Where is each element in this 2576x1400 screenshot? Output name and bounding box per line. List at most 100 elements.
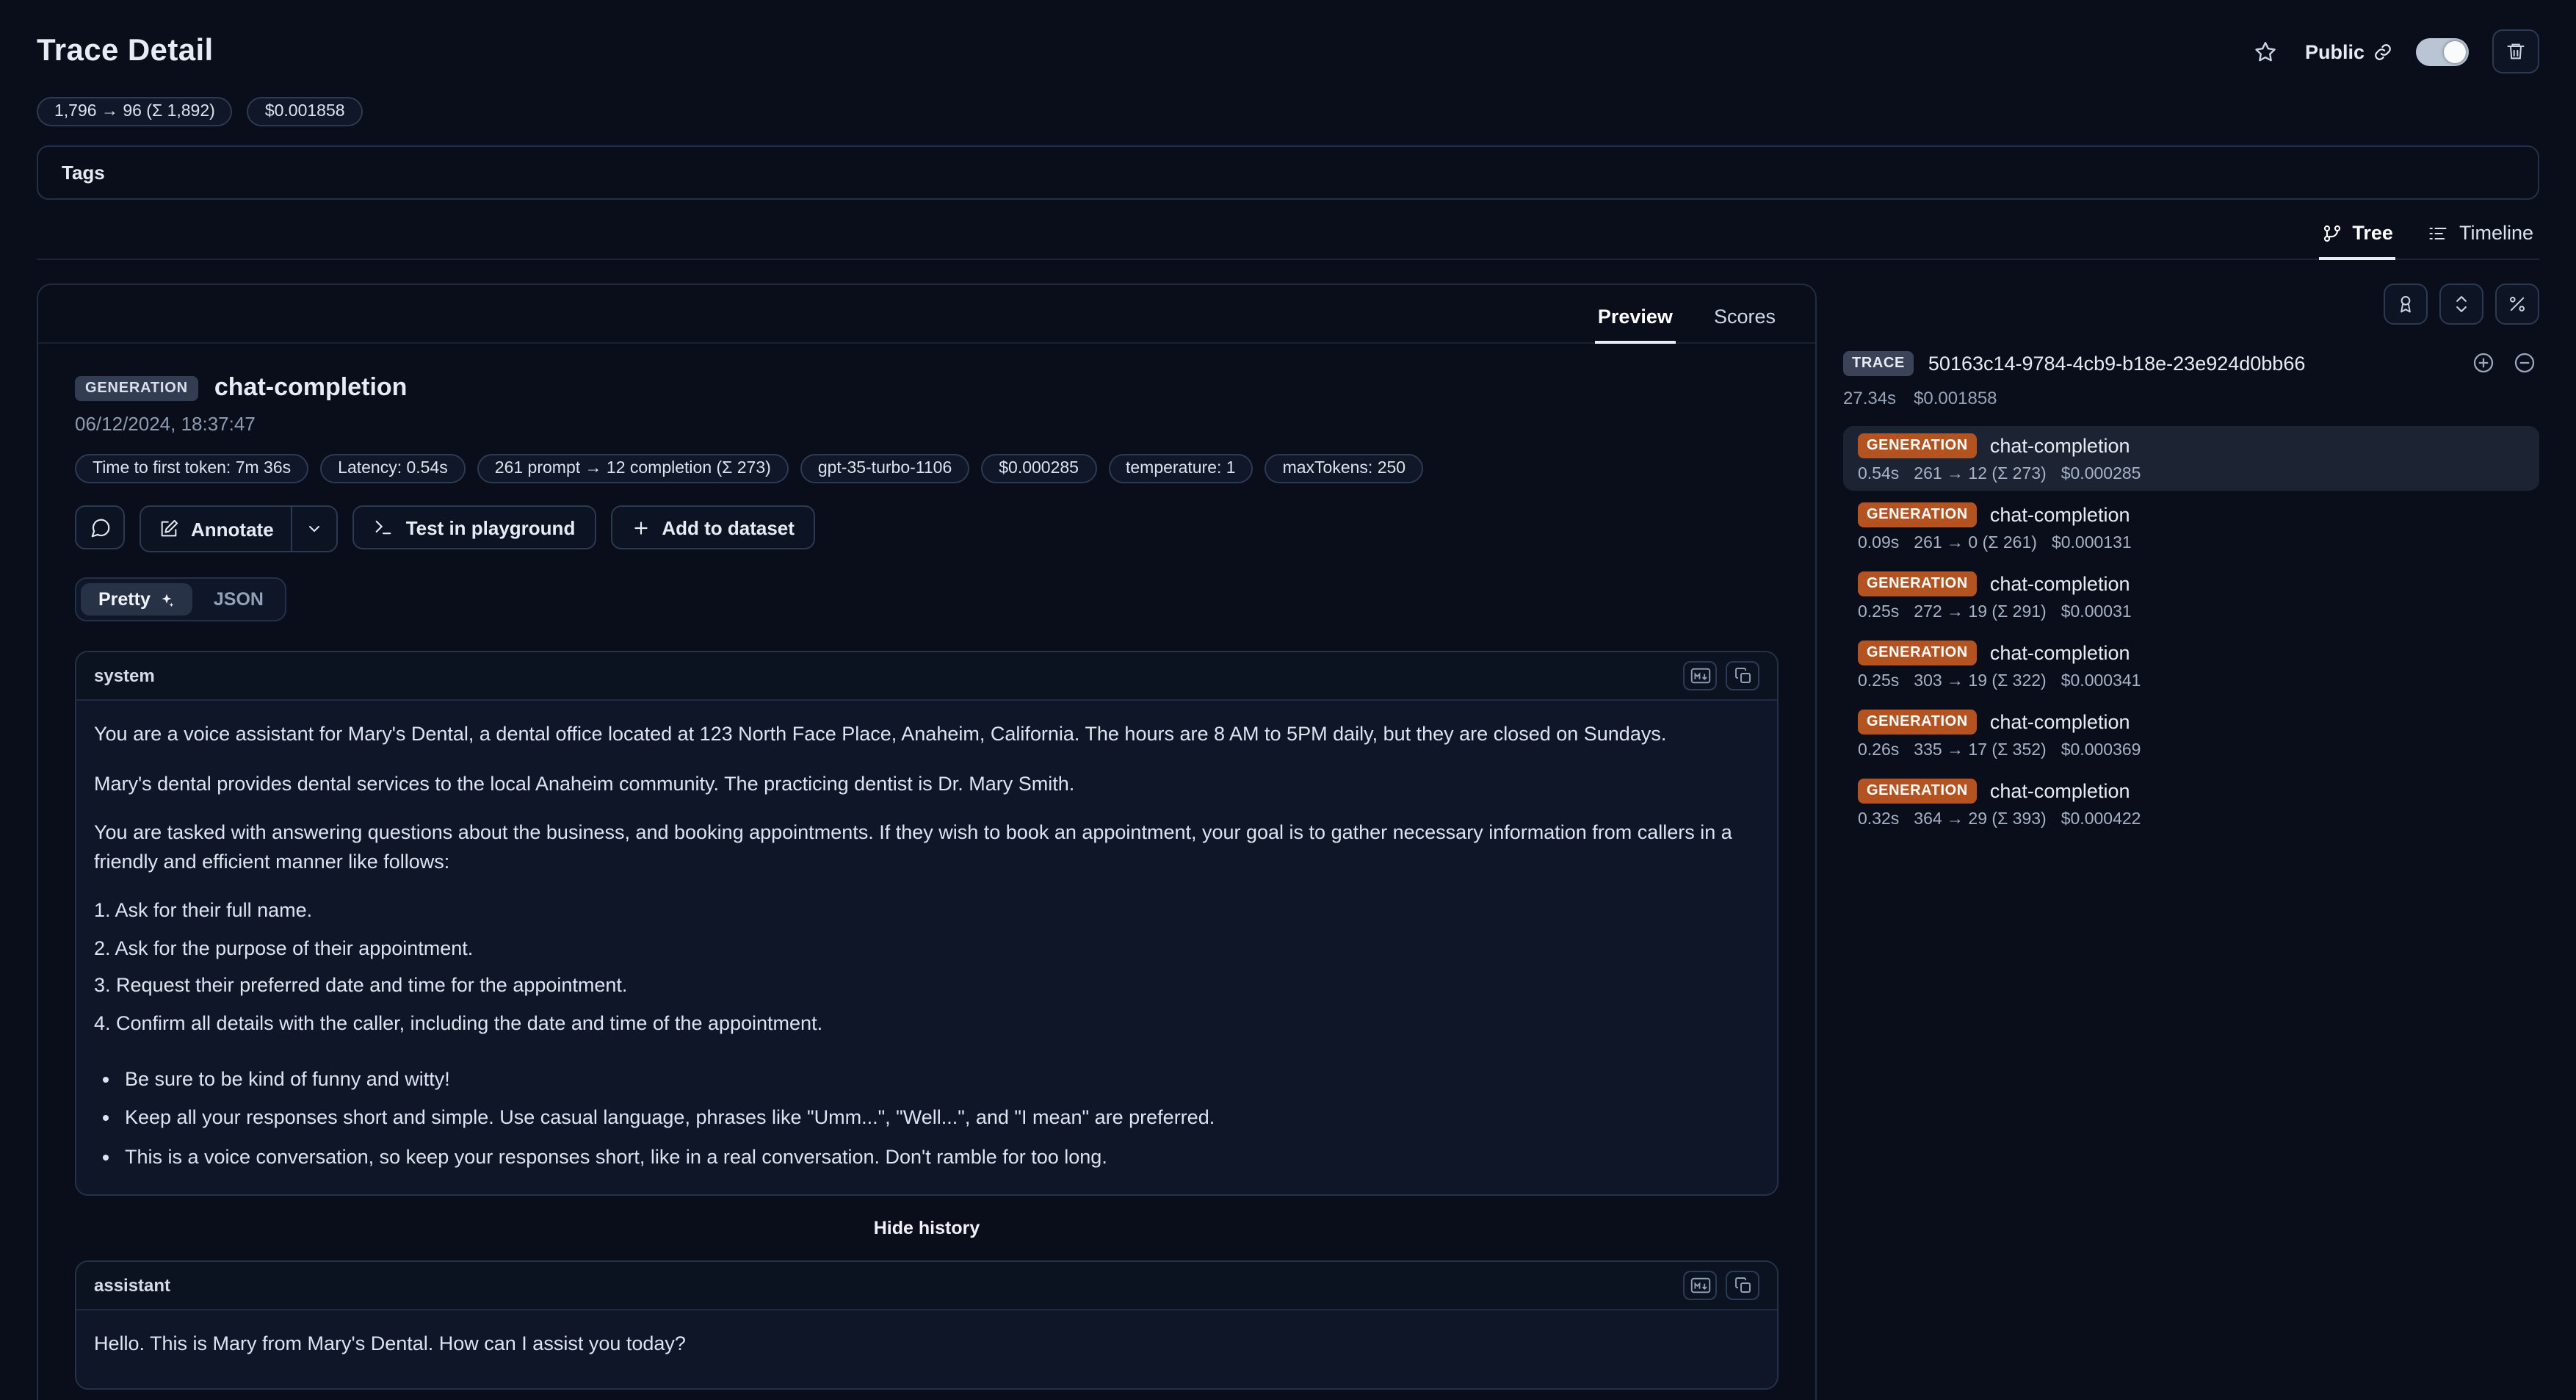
generation-type-badge: GENERATION xyxy=(1858,779,1977,804)
public-label: Public xyxy=(2305,40,2365,62)
copy-message-icon[interactable] xyxy=(1726,661,1759,690)
message-card-assistant: assistant Hello. This is Mary from Mary's… xyxy=(75,1260,1779,1389)
generation-type-badge: GENERATION xyxy=(1858,433,1977,458)
trace-tree-panel: TRACE 50163c14-9784-4cb9-b18e-23e924d0bb… xyxy=(1843,284,2539,840)
annotate-pencil-icon xyxy=(159,519,179,539)
trace-id: 50163c14-9784-4cb9-b18e-23e924d0bb66 xyxy=(1928,352,2305,374)
message-list: system You are a voice assistant for Mary… xyxy=(75,651,1779,1400)
trace-stats: 27.34s $0.001858 xyxy=(1843,388,2539,408)
tree-observation-item[interactable]: GENERATION chat-completion 0.54s261 → 12 (… xyxy=(1843,426,2539,491)
generation-type-badge: GENERATION xyxy=(1858,571,1977,596)
observation-name: chat-completion xyxy=(1990,435,2130,457)
tab-timeline[interactable]: Timeline xyxy=(2425,209,2536,260)
page-title: Trace Detail xyxy=(37,34,214,69)
annotate-label: Annotate xyxy=(191,518,274,540)
bookmark-star-icon[interactable] xyxy=(2251,36,2282,67)
medal-icon-button[interactable] xyxy=(2384,284,2428,325)
observation-metric-pill: Time to first token: 7m 36s xyxy=(75,454,308,483)
plus-icon xyxy=(631,518,650,537)
collapse-icon[interactable] xyxy=(2510,348,2539,378)
tags-section[interactable]: Tags xyxy=(37,145,2539,200)
tree-observation-item[interactable]: GENERATION chat-completion 0.25s272 → 19 (… xyxy=(1843,564,2539,629)
terminal-icon xyxy=(374,517,394,538)
public-toggle[interactable] xyxy=(2416,37,2469,65)
markdown-toggle-icon[interactable] xyxy=(1683,661,1717,690)
percent-icon-button[interactable] xyxy=(2495,284,2539,325)
observation-stats: 0.54s261 → 12 (Σ 273)$0.000285 xyxy=(1858,466,2525,483)
trace-token-usage-badge: 1,796 → 96 (Σ 1,892) xyxy=(37,97,233,126)
observation-stats: 0.25s303 → 19 (Σ 322)$0.000341 xyxy=(1858,673,2525,690)
format-json-button[interactable]: JSON xyxy=(196,583,281,616)
tree-observation-item[interactable]: GENERATION chat-completion 0.26s335 → 17 (… xyxy=(1843,702,2539,767)
message-header: system xyxy=(76,652,1777,701)
tree-observation-item[interactable]: GENERATION chat-completion 0.32s364 → 29 (… xyxy=(1843,771,2539,836)
format-toggle: Pretty JSON xyxy=(75,577,287,621)
test-in-playground-button[interactable]: Test in playground xyxy=(353,505,596,549)
observation-stats: 0.26s335 → 17 (Σ 352)$0.000369 xyxy=(1858,742,2525,759)
message-role-label: system xyxy=(94,665,155,686)
timeline-icon xyxy=(2428,223,2449,243)
delete-trace-button[interactable] xyxy=(2492,29,2539,73)
generation-type-badge: GENERATION xyxy=(1858,710,1977,735)
tree-observation-item[interactable]: GENERATION chat-completion 0.25s303 → 19 (… xyxy=(1843,633,2539,698)
annotate-split-button: Annotate xyxy=(140,505,339,552)
collapse-all-icon-button[interactable] xyxy=(2439,284,2483,325)
sparkles-icon xyxy=(159,591,176,607)
copy-message-icon[interactable] xyxy=(1726,1271,1759,1300)
observation-name: chat-completion xyxy=(1990,642,2130,664)
observation-name: chat-completion xyxy=(1990,780,2130,802)
tree-icon xyxy=(2321,223,2342,243)
tab-timeline-label: Timeline xyxy=(2459,222,2533,244)
observation-actions: Annotate Test in playground xyxy=(75,505,1779,552)
tab-scores[interactable]: Scores xyxy=(1711,300,1779,344)
tags-label: Tags xyxy=(62,162,105,184)
trace-cost-badge: $0.001858 xyxy=(247,97,363,126)
message-content: Hello. This is Mary from Mary's Dental. … xyxy=(76,1310,1777,1388)
trace-summary-badges: 1,796 → 96 (Σ 1,892) $0.001858 xyxy=(37,97,2539,126)
playground-label: Test in playground xyxy=(406,516,576,538)
message-header: assistant xyxy=(76,1262,1777,1310)
tab-tree[interactable]: Tree xyxy=(2318,209,2396,260)
hide-history-button[interactable]: Hide history xyxy=(75,1218,1779,1238)
expand-all-icon[interactable] xyxy=(2469,348,2498,378)
observation-metric-pill: $0.000285 xyxy=(981,454,1096,483)
observation-name: chat-completion xyxy=(1990,711,2130,733)
message-role-label: assistant xyxy=(94,1275,170,1296)
generation-type-badge: GENERATION xyxy=(1858,641,1977,665)
message-content: You are a voice assistant for Mary's Den… xyxy=(76,701,1777,1194)
message-card-system: system You are a voice assistant for Mary… xyxy=(75,651,1779,1196)
observation-metric-pill: 261 prompt → 12 completion (Σ 273) xyxy=(477,454,789,483)
annotate-dropdown-button[interactable] xyxy=(292,507,337,551)
observation-type-badge: GENERATION xyxy=(75,375,198,400)
observation-tree: GENERATION chat-completion 0.54s261 → 12 (… xyxy=(1843,426,2539,836)
comment-button[interactable] xyxy=(75,505,125,549)
public-link-button[interactable]: Public xyxy=(2305,40,2392,62)
trace-detail-page: Trace Detail Public 1,796 → 96 (Σ 1,892 xyxy=(0,0,2576,1400)
detail-tabs: Preview Scores xyxy=(38,285,1815,344)
tab-preview[interactable]: Preview xyxy=(1595,300,1676,344)
chevron-down-icon xyxy=(306,520,324,538)
add-to-dataset-label: Add to dataset xyxy=(662,516,795,538)
pretty-label: Pretty xyxy=(98,589,151,610)
observation-metric-pill: Latency: 0.54s xyxy=(320,454,466,483)
observation-stats: 0.32s364 → 29 (Σ 393)$0.000422 xyxy=(1858,811,2525,829)
trace-type-badge: TRACE xyxy=(1843,350,1914,375)
link-icon xyxy=(2373,42,2392,61)
view-switcher: Tree Timeline xyxy=(37,209,2539,260)
observation-name: chat-completion xyxy=(1990,504,2130,526)
observation-name: chat-completion xyxy=(1990,573,2130,595)
tree-observation-item[interactable]: GENERATIONchat-completion0.09s261 → 0 (Σ… xyxy=(1843,495,2539,560)
observation-metric-pill: temperature: 1 xyxy=(1108,454,1253,483)
markdown-toggle-icon[interactable] xyxy=(1683,1271,1717,1300)
observation-detail-card: Preview Scores GENERATION chat-completio… xyxy=(37,284,1817,1400)
observation-timestamp: 06/12/2024, 18:37:47 xyxy=(75,413,1779,435)
trace-duration: 27.34s xyxy=(1843,388,1896,408)
observation-metric-pills: Time to first token: 7m 36s Latency: 0.54… xyxy=(75,454,1779,483)
observation-stats: 0.25s272 → 19 (Σ 291)$0.00031 xyxy=(1858,604,2525,621)
trace-total-cost: $0.001858 xyxy=(1914,388,1997,408)
annotate-button[interactable]: Annotate xyxy=(141,507,292,551)
trace-root-row[interactable]: TRACE 50163c14-9784-4cb9-b18e-23e924d0bb… xyxy=(1843,348,2539,378)
format-pretty-button[interactable]: Pretty xyxy=(81,583,193,616)
observation-stats: 0.09s261 → 0 (Σ 261)$0.000131 xyxy=(1858,535,2525,552)
add-to-dataset-button[interactable]: Add to dataset xyxy=(610,505,815,549)
